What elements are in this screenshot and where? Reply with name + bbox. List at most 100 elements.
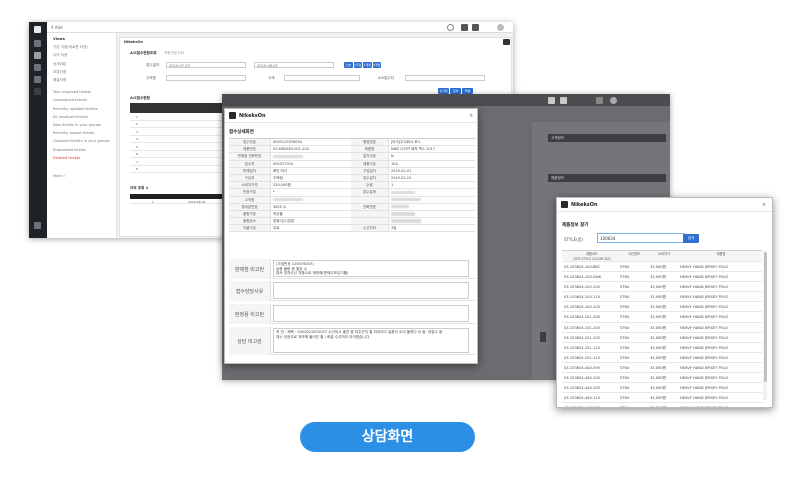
table-row[interactable]: 03-153624-101-105 ST6U 33,000원 HEAVY HAND J… (562, 333, 762, 343)
date-to-input[interactable]: 2019-08-01 (254, 62, 334, 68)
apps-icon[interactable] (34, 88, 41, 95)
table-row[interactable]: 03-153624-440-110 ST6U 33,000원 HEAVY HAND J… (562, 393, 762, 404)
cell-name: HEAVY HAND JERSEY POLO (680, 376, 729, 381)
notification-icon[interactable] (560, 97, 567, 104)
table-row[interactable]: 03-153624-101-115 ST6U 33,000원 HEAVY HAND J… (562, 353, 762, 363)
close-icon[interactable]: × (469, 113, 473, 119)
field-value: 접점이(1)장접 (273, 219, 295, 224)
quick-date-button[interactable]: 3개월 (372, 62, 381, 68)
cell-name: HEAVY HAND JERSEY POLO (680, 305, 729, 310)
sidebar-item[interactable]: Deleted tickets (53, 156, 80, 160)
cell-code: 03-153624-101-200 (564, 315, 600, 320)
field-label: 제품사유 (351, 160, 389, 167)
search-icon[interactable] (447, 24, 454, 31)
sidebar-item[interactable]: Your unsolved tickets (53, 90, 91, 94)
table-row[interactable]: 03-153624-100-105 ST6U 33,000원 HEAVY HAND J… (562, 302, 762, 313)
table-row[interactable]: 03-153624-101-100 ST6U 33,000원 HEAVY HAND J… (562, 323, 762, 333)
field-label: 판매일자 (229, 167, 271, 174)
note-textarea[interactable] (273, 282, 469, 299)
label-customer: 고객명 (146, 76, 156, 80)
sidebar-item[interactable]: All unsolved tickets (53, 115, 88, 119)
table-scrollbar[interactable] (763, 250, 767, 400)
grid-icon[interactable] (34, 222, 41, 229)
home-icon[interactable] (34, 40, 41, 47)
chat-icon[interactable] (548, 97, 555, 104)
redacted-value (273, 154, 303, 159)
tab-phone-search[interactable]: 전화번호조회 (164, 51, 184, 56)
sidebar-item[interactable]: Unassigned tickets (53, 98, 87, 102)
table-row[interactable]: 03-153624-440-115ST6U33,000원HEAVY HAND J… (562, 403, 762, 407)
note-textarea[interactable] (273, 305, 469, 322)
scrollbar-thumb[interactable] (763, 252, 767, 382)
sidebar-item[interactable]: Recently solved tickets (53, 131, 94, 135)
cell-name: HEAVY HAND JERSEY POLO (680, 265, 729, 269)
avatar[interactable] (497, 24, 504, 31)
row-number: 3 (136, 129, 138, 134)
sidebar-item[interactable]: Unsolved tickets in your groups (53, 139, 110, 143)
sidebar-item[interactable]: 나의 티켓 (53, 53, 67, 58)
sidebar-item[interactable]: Suspended tickets (53, 148, 86, 152)
note-textarea[interactable]: 처 연 : 제목 : 0000012870037 수선되서 출연 중 처주곤지 … (273, 328, 469, 353)
settings-icon[interactable] (34, 76, 41, 83)
sidebar-item[interactable]: 기본 지정(새로운 티켓) (53, 45, 88, 50)
row-number: 2 (136, 122, 138, 126)
quick-date-button[interactable]: 오늘 (344, 62, 353, 68)
sidebar-item[interactable]: 상세리뷰 (53, 62, 66, 67)
field-value: 5825 수 (273, 204, 287, 209)
note-label: 접수담당사유 (229, 281, 271, 301)
quick-date-button[interactable]: 1개월 (363, 62, 372, 68)
cell-code: 03-153624-100-105 (564, 305, 600, 310)
date-from-input[interactable]: 2019-07-25 (166, 62, 246, 68)
chat-icon[interactable] (461, 24, 468, 31)
avatar[interactable] (610, 97, 617, 104)
table-row[interactable]: 03-153624-100-110 ST6U 33,000원 HEAVY HAND J… (562, 292, 762, 303)
sidebar-item[interactable]: More » (53, 174, 65, 178)
reports-icon[interactable] (34, 64, 41, 71)
table-row[interactable]: 03-153624-100-100 ST6U 33,000원 HEAVY HAND J… (562, 282, 762, 293)
note-textarea[interactable]: (가접번호 129376037) 상품 불량 중 철장 수 접속 접착수선 처품… (273, 260, 469, 277)
sidebar-item[interactable]: Recently updated tickets (53, 107, 98, 111)
tab-as-search[interactable]: A/S접수현황조회 (130, 51, 157, 56)
row-number: 6 (136, 152, 138, 156)
sidebar-item[interactable]: 보류티켓 (53, 70, 66, 75)
cell-name: HEAVY HAND JERSEY POLO (680, 386, 729, 391)
style-search-input[interactable] (597, 233, 685, 243)
field-label: 제품번호 (229, 146, 271, 153)
field-value: 마산율 (273, 211, 283, 216)
field-value: NIKE 나이키 제작 백스 2017 (391, 147, 436, 152)
notification-icon[interactable] (472, 24, 479, 31)
field-label: 출항구분 (229, 210, 271, 218)
table-row[interactable]: 03-153624-101-110 ST6U 33,000원 HEAVY HAND J… (562, 343, 762, 353)
section-title: 접수상세화면 (229, 130, 254, 135)
field-label (351, 218, 389, 225)
cell-info: ST6U (620, 335, 630, 340)
product-select[interactable] (284, 75, 360, 81)
column-header: 사진정보 (628, 252, 640, 256)
apps-grid-icon[interactable] (484, 24, 491, 31)
table-row[interactable]: 03-153624-440-100 ST6U 33,000원 HEAVY HAND J… (562, 373, 762, 384)
sub-grid-row[interactable]: 1 2019-08-01 (130, 199, 230, 204)
sidebar-item[interactable]: 해결티켓 (53, 78, 66, 83)
receipt-place-input[interactable] (405, 75, 485, 81)
views-icon[interactable] (34, 52, 41, 59)
sidebar-item[interactable]: New tickets in your groups (53, 123, 101, 127)
search-button[interactable]: 검색 (683, 234, 699, 243)
close-icon[interactable]: × (762, 202, 766, 208)
apps-grid-icon[interactable] (596, 97, 603, 104)
customer-input[interactable] (166, 75, 246, 81)
panel-logo-icon (503, 39, 510, 45)
table-row[interactable]: 03-153624-101-200 ST6U 33,000원 HEAVY HAND J… (562, 312, 762, 323)
product-search-modal: NikeksOn × 제품정보 찾기 STYLE(품) 검색 제품코드 (SPS… (556, 197, 773, 408)
table-row[interactable]: 03-153624-440-105 ST6U 33,000원 HEAVY HAND J… (562, 383, 762, 394)
table-row[interactable]: 03-153624-440-095 ST6U 33,000원 HEAVY HAND J… (562, 363, 762, 374)
cell-name: HEAVY HAND JERSEY POLO (680, 325, 729, 330)
caption-badge: 상담화면 (300, 422, 475, 452)
field-label (351, 196, 389, 203)
cell-code: 03-153624-101-100 (564, 325, 600, 330)
cell-price: 33,000원 (650, 376, 666, 381)
quick-date-button[interactable]: 1주일 (353, 62, 362, 68)
field-label: 수량 (351, 182, 389, 189)
table-row[interactable]: 03-153624-100-BKC ST6U 33,000원 HEAVY HAND J… (562, 262, 762, 273)
redacted-value (391, 197, 421, 202)
table-row[interactable]: 03-153624-100-SWK ST6U 33,000원 HEAVY HAND J… (562, 272, 762, 283)
